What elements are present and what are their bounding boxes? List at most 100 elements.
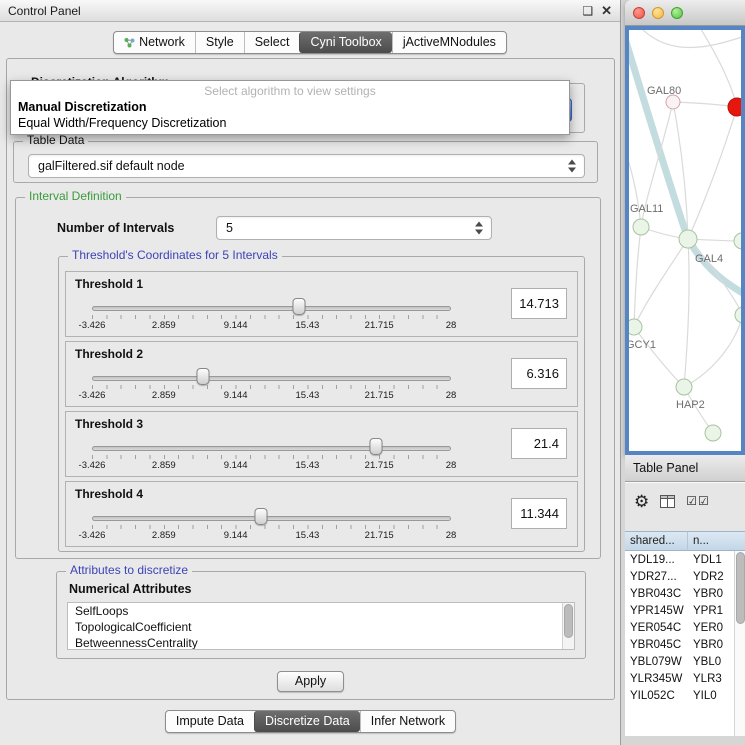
table-row[interactable]: YDR27...YDR2 [625,568,734,585]
control-panel-titlebar: Control Panel ❑ ✕ [0,0,620,22]
slider-track[interactable] [92,516,451,521]
threshold-slider[interactable]: -3.4262.8599.14415.4321.71528 [92,368,451,404]
tab-infer-network[interactable]: Infer Network [360,711,455,732]
tab-label: Cyni Toolbox [310,35,381,49]
threshold-value-field[interactable]: 14.713 [511,288,567,319]
table-row[interactable]: YER054CYER0 [625,619,734,636]
settings-gear-icon[interactable]: ⚙ [634,493,649,510]
scale-label: 28 [446,460,457,471]
network-node[interactable] [666,95,680,109]
network-canvas-svg: GAL80GAL11GAL4GCY1HAP2 [629,30,741,451]
threshold-slider[interactable]: -3.4262.8599.14415.4321.71528 [92,438,451,474]
slider-tickmarks [92,455,451,459]
slider-thumb[interactable] [293,298,306,315]
table-cell: YDL1 [688,554,734,566]
scrollbar-thumb[interactable] [564,604,573,638]
table-scrollbar[interactable] [734,551,745,736]
table-row[interactable]: YBR045CYBR0 [625,636,734,653]
tab-label: Impute Data [176,714,244,728]
list-item[interactable]: BetweennessCentrality [68,635,574,650]
network-node[interactable] [734,233,741,249]
network-node[interactable] [676,379,692,395]
group-label: Table Data [23,133,88,148]
table-row[interactable]: YDL19...YDL1 [625,551,734,568]
threshold-value-field[interactable]: 21.4 [511,428,567,459]
column-header-shared-name[interactable]: shared... [625,531,688,551]
network-node-label: GAL11 [630,203,663,215]
network-node[interactable] [629,319,642,335]
select-columns-button[interactable]: ☑☑ [686,494,710,508]
scale-label: 15.43 [296,460,320,471]
tab-impute-data[interactable]: Impute Data [166,711,254,732]
thresholds-coordinates-group: Threshold's Coordinates for 5 Intervals … [58,256,585,552]
network-node[interactable] [735,307,741,323]
table-cell: YIL0 [688,690,734,702]
network-node[interactable] [728,98,741,116]
combo-stepper-icon [475,222,484,235]
table-cell: YBR0 [688,639,734,651]
scale-label: 28 [446,390,457,401]
network-canvas[interactable]: GAL80GAL11GAL4GCY1HAP2 [625,26,745,455]
list-scrollbar[interactable] [562,603,574,649]
attributes-to-discretize-group: Attributes to discretize Numerical Attri… [56,571,586,659]
scrollbar-thumb[interactable] [736,552,745,624]
number-of-intervals-label: Number of Intervals [57,221,216,235]
tab-label: Select [255,35,290,49]
table-header-row: shared... n... [625,531,745,551]
column-header-name[interactable]: n... [688,531,745,551]
float-window-button[interactable]: ❑ [582,5,593,17]
tab-select[interactable]: Select [244,32,300,53]
node-table-body: YDL19...YDL1YDR27...YDR2YBR043CYBR0YPR14… [625,551,734,736]
dropdown-option[interactable]: Equal Width/Frequency Discretization [11,115,569,131]
slider-thumb[interactable] [197,368,210,385]
network-node[interactable] [679,230,697,248]
column-layout-icon[interactable] [660,495,675,508]
bottom-tab-row: Impute Data Discretize DataInfer Network [0,710,621,733]
dropdown-option[interactable]: Manual Discretization [11,99,569,115]
cyni-toolbox-panel: Discretization Algorithm Table Data galF… [6,58,615,700]
threshold-value-field[interactable]: 6.316 [511,358,567,389]
tab-jactivemnodules[interactable]: jActiveMNodules [392,32,506,53]
table-data-combobox[interactable]: galFiltered.sif default node [28,154,585,178]
network-node[interactable] [705,425,721,441]
list-item[interactable]: TopologicalCoefficient [68,619,574,635]
table-row[interactable]: YBR043CYBR0 [625,585,734,602]
slider-tickmarks [92,385,451,389]
slider-track[interactable] [92,446,451,451]
table-row[interactable]: YBL079WYBL0 [625,653,734,670]
window-title: Control Panel [8,4,81,18]
tab-style[interactable]: Style [195,32,244,53]
scale-label: 15.43 [296,320,320,331]
slider-tickmarks [92,315,451,319]
algorithm-dropdown: Select algorithm to view settings Manual… [10,80,570,135]
apply-button[interactable]: Apply [277,671,344,692]
table-row[interactable]: YLR345WYLR3 [625,670,734,687]
table-row[interactable]: YPR145WYPR1 [625,602,734,619]
list-item[interactable]: SelfLoops [68,603,574,619]
tab-network[interactable]: Network [114,32,195,53]
slider-track[interactable] [92,376,451,381]
number-of-intervals-combobox[interactable]: 5 [216,216,492,240]
slider-thumb[interactable] [369,438,382,455]
minimize-traffic-light[interactable] [652,7,664,19]
network-edge [684,239,689,387]
slider-thumb[interactable] [254,508,267,525]
tab-discretize-data[interactable]: Discretize Data [254,711,360,732]
threshold-slider[interactable]: -3.4262.8599.14415.4321.71528 [92,508,451,544]
close-traffic-light[interactable] [633,7,645,19]
group-label: Threshold's Coordinates for 5 Intervals [68,248,282,263]
network-edge [634,227,641,327]
threshold-value-field[interactable]: 11.344 [511,498,567,529]
slider-scale: -3.4262.8599.14415.4321.71528 [92,460,451,471]
network-node[interactable] [633,219,649,235]
scale-label: 2.859 [152,390,176,401]
tab-cyni-toolbox[interactable]: Cyni Toolbox [299,32,391,53]
network-edge [688,107,737,239]
scale-label: 9.144 [224,320,248,331]
zoom-traffic-light[interactable] [671,7,683,19]
table-row[interactable]: YIL052CYIL0 [625,687,734,704]
threshold-slider[interactable]: -3.4262.8599.14415.4321.71528 [92,298,451,334]
close-window-button[interactable]: ✕ [601,5,612,17]
slider-track[interactable] [92,306,451,311]
scale-label: 2.859 [152,530,176,541]
